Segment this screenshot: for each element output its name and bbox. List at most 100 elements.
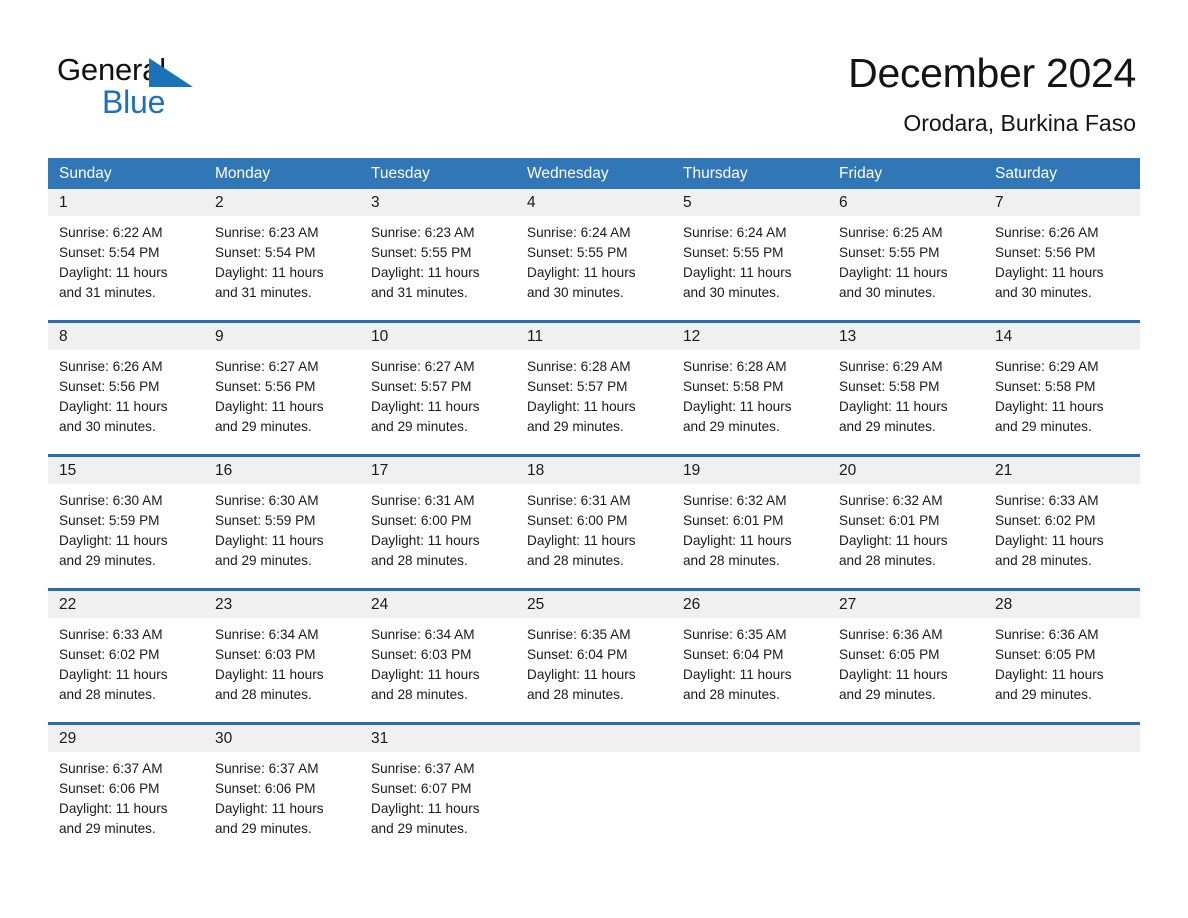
daylight-text-line2: and 29 minutes. [371, 821, 468, 836]
calendar-day-cell[interactable]: 5 Sunrise: 6:24 AM Sunset: 5:55 PM Daylight… [672, 189, 828, 320]
sunrise-text: Sunrise: 6:23 AM [371, 225, 475, 240]
calendar-day-cell[interactable]: 10 Sunrise: 6:27 AM Sunset: 5:57 PM Dayligh… [360, 323, 516, 454]
calendar-day-cell[interactable]: 3 Sunrise: 6:23 AM Sunset: 5:55 PM Daylight… [360, 189, 516, 320]
calendar-day-cell[interactable]: 25 Sunrise: 6:35 AM Sunset: 6:04 PM Dayligh… [516, 591, 672, 722]
daylight-text-line2: and 30 minutes. [683, 285, 780, 300]
calendar-day-cell[interactable]: 15 Sunrise: 6:30 AM Sunset: 5:59 PM Dayligh… [48, 457, 204, 588]
day-number-band: 12 [672, 323, 828, 350]
calendar-day-cell[interactable]: 18 Sunrise: 6:31 AM Sunset: 6:00 PM Dayligh… [516, 457, 672, 588]
daylight-text-line2: and 28 minutes. [839, 553, 936, 568]
day-number: 30 [215, 730, 233, 747]
sunrise-text: Sunrise: 6:32 AM [839, 493, 943, 508]
calendar-day-cell[interactable]: 16 Sunrise: 6:30 AM Sunset: 5:59 PM Dayligh… [204, 457, 360, 588]
day-details: Sunrise: 6:26 AM Sunset: 5:56 PM Daylight:… [984, 216, 1140, 303]
daylight-text-line2: and 29 minutes. [215, 553, 312, 568]
calendar-day-cell[interactable]: 2 Sunrise: 6:23 AM Sunset: 5:54 PM Daylight… [204, 189, 360, 320]
day-number: 29 [59, 730, 77, 747]
calendar-day-cell[interactable]: 27 Sunrise: 6:36 AM Sunset: 6:05 PM Dayligh… [828, 591, 984, 722]
day-details: Sunrise: 6:33 AM Sunset: 6:02 PM Daylight:… [984, 484, 1140, 571]
day-number-band: 9 [204, 323, 360, 350]
sunset-text: Sunset: 6:06 PM [215, 781, 316, 796]
calendar-day-cell[interactable]: 11 Sunrise: 6:28 AM Sunset: 5:57 PM Dayligh… [516, 323, 672, 454]
day-details: Sunrise: 6:36 AM Sunset: 6:05 PM Daylight:… [984, 618, 1140, 705]
calendar-day-cell[interactable]: 19 Sunrise: 6:32 AM Sunset: 6:01 PM Dayligh… [672, 457, 828, 588]
day-details: Sunrise: 6:37 AM Sunset: 6:06 PM Daylight:… [204, 752, 360, 839]
day-number-band: 6 [828, 189, 984, 216]
day-number: 31 [371, 730, 389, 747]
day-number-band: 11 [516, 323, 672, 350]
masthead: General Blue December 2024 Orodara, Burk… [0, 0, 1188, 158]
day-details: Sunrise: 6:30 AM Sunset: 5:59 PM Daylight:… [48, 484, 204, 571]
calendar-day-cell[interactable]: 30 Sunrise: 6:37 AM Sunset: 6:06 PM Dayligh… [204, 725, 360, 856]
calendar-day-cell[interactable]: 20 Sunrise: 6:32 AM Sunset: 6:01 PM Dayligh… [828, 457, 984, 588]
day-number: 21 [995, 462, 1013, 479]
day-number: 9 [215, 328, 224, 345]
calendar-day-cell[interactable]: 24 Sunrise: 6:34 AM Sunset: 6:03 PM Dayligh… [360, 591, 516, 722]
day-number: 3 [371, 194, 380, 211]
logo-top-row: General [57, 52, 257, 88]
sunset-text: Sunset: 6:05 PM [995, 647, 1096, 662]
calendar-day-cell[interactable]: 4 Sunrise: 6:24 AM Sunset: 5:55 PM Daylight… [516, 189, 672, 320]
sunrise-text: Sunrise: 6:35 AM [683, 627, 787, 642]
day-number: 18 [527, 462, 545, 479]
calendar-day-cell[interactable]: 9 Sunrise: 6:27 AM Sunset: 5:56 PM Daylight… [204, 323, 360, 454]
day-number-band: 28 [984, 591, 1140, 618]
day-details: Sunrise: 6:34 AM Sunset: 6:03 PM Daylight:… [360, 618, 516, 705]
day-number: 14 [995, 328, 1013, 345]
calendar-day-cell[interactable]: 7 Sunrise: 6:26 AM Sunset: 5:56 PM Daylight… [984, 189, 1140, 320]
general-blue-logo[interactable]: General Blue [57, 52, 257, 122]
calendar-day-cell[interactable]: 29 Sunrise: 6:37 AM Sunset: 6:06 PM Dayligh… [48, 725, 204, 856]
calendar-week-row: 8 Sunrise: 6:26 AM Sunset: 5:56 PM Daylight… [48, 320, 1140, 454]
daylight-text-line1: Daylight: 11 hours [59, 399, 168, 414]
day-number-band: 10 [360, 323, 516, 350]
weekday-header-wednesday: Wednesday [527, 165, 609, 182]
day-details: Sunrise: 6:31 AM Sunset: 6:00 PM Daylight:… [360, 484, 516, 571]
calendar-day-cell[interactable]: 14 Sunrise: 6:29 AM Sunset: 5:58 PM Dayligh… [984, 323, 1140, 454]
calendar-day-cell[interactable]: 13 Sunrise: 6:29 AM Sunset: 5:58 PM Dayligh… [828, 323, 984, 454]
daylight-text-line1: Daylight: 11 hours [683, 399, 792, 414]
day-number: 16 [215, 462, 233, 479]
day-number-band: 17 [360, 457, 516, 484]
sunrise-text: Sunrise: 6:31 AM [527, 493, 631, 508]
weekday-header-thursday: Thursday [683, 165, 748, 182]
daylight-text-line2: and 30 minutes. [59, 419, 156, 434]
sunset-text: Sunset: 5:55 PM [683, 245, 784, 260]
sunrise-text: Sunrise: 6:22 AM [59, 225, 163, 240]
day-details: Sunrise: 6:29 AM Sunset: 5:58 PM Daylight:… [984, 350, 1140, 437]
day-number: 8 [59, 328, 68, 345]
calendar-day-cell[interactable]: 21 Sunrise: 6:33 AM Sunset: 6:02 PM Dayligh… [984, 457, 1140, 588]
calendar-day-cell[interactable]: 6 Sunrise: 6:25 AM Sunset: 5:55 PM Daylight… [828, 189, 984, 320]
day-details: Sunrise: 6:28 AM Sunset: 5:57 PM Daylight:… [516, 350, 672, 437]
daylight-text-line1: Daylight: 11 hours [995, 399, 1104, 414]
calendar-day-cell[interactable]: 22 Sunrise: 6:33 AM Sunset: 6:02 PM Dayligh… [48, 591, 204, 722]
day-details: Sunrise: 6:23 AM Sunset: 5:55 PM Daylight:… [360, 216, 516, 303]
sunset-text: Sunset: 6:04 PM [683, 647, 784, 662]
sunset-text: Sunset: 5:56 PM [995, 245, 1096, 260]
day-details: Sunrise: 6:33 AM Sunset: 6:02 PM Daylight:… [48, 618, 204, 705]
calendar-day-cell[interactable]: 28 Sunrise: 6:36 AM Sunset: 6:05 PM Dayligh… [984, 591, 1140, 722]
daylight-text-line1: Daylight: 11 hours [371, 801, 480, 816]
daylight-text-line1: Daylight: 11 hours [995, 533, 1104, 548]
calendar-day-cell[interactable]: 17 Sunrise: 6:31 AM Sunset: 6:00 PM Dayligh… [360, 457, 516, 588]
sunrise-text: Sunrise: 6:27 AM [371, 359, 475, 374]
sunrise-text: Sunrise: 6:24 AM [683, 225, 787, 240]
daylight-text-line2: and 29 minutes. [371, 419, 468, 434]
day-number-band: 5 [672, 189, 828, 216]
daylight-text-line1: Daylight: 11 hours [371, 667, 480, 682]
sunset-text: Sunset: 5:56 PM [59, 379, 160, 394]
calendar-day-cell[interactable]: 1 Sunrise: 6:22 AM Sunset: 5:54 PM Daylight… [48, 189, 204, 320]
sunset-text: Sunset: 6:00 PM [527, 513, 628, 528]
day-number-band: 15 [48, 457, 204, 484]
calendar-day-cell[interactable]: 12 Sunrise: 6:28 AM Sunset: 5:58 PM Dayligh… [672, 323, 828, 454]
calendar-day-cell[interactable]: 8 Sunrise: 6:26 AM Sunset: 5:56 PM Daylight… [48, 323, 204, 454]
calendar-day-cell[interactable]: 23 Sunrise: 6:34 AM Sunset: 6:03 PM Dayligh… [204, 591, 360, 722]
calendar-day-cell[interactable]: 31 Sunrise: 6:37 AM Sunset: 6:07 PM Dayligh… [360, 725, 516, 856]
sunrise-text: Sunrise: 6:27 AM [215, 359, 319, 374]
calendar-day-cell[interactable]: 26 Sunrise: 6:35 AM Sunset: 6:04 PM Dayligh… [672, 591, 828, 722]
day-number-band: 23 [204, 591, 360, 618]
daylight-text-line1: Daylight: 11 hours [59, 801, 168, 816]
day-number-band [828, 725, 984, 752]
weekday-header-friday: Friday [839, 165, 883, 182]
day-number: 25 [527, 596, 545, 613]
day-number: 19 [683, 462, 701, 479]
